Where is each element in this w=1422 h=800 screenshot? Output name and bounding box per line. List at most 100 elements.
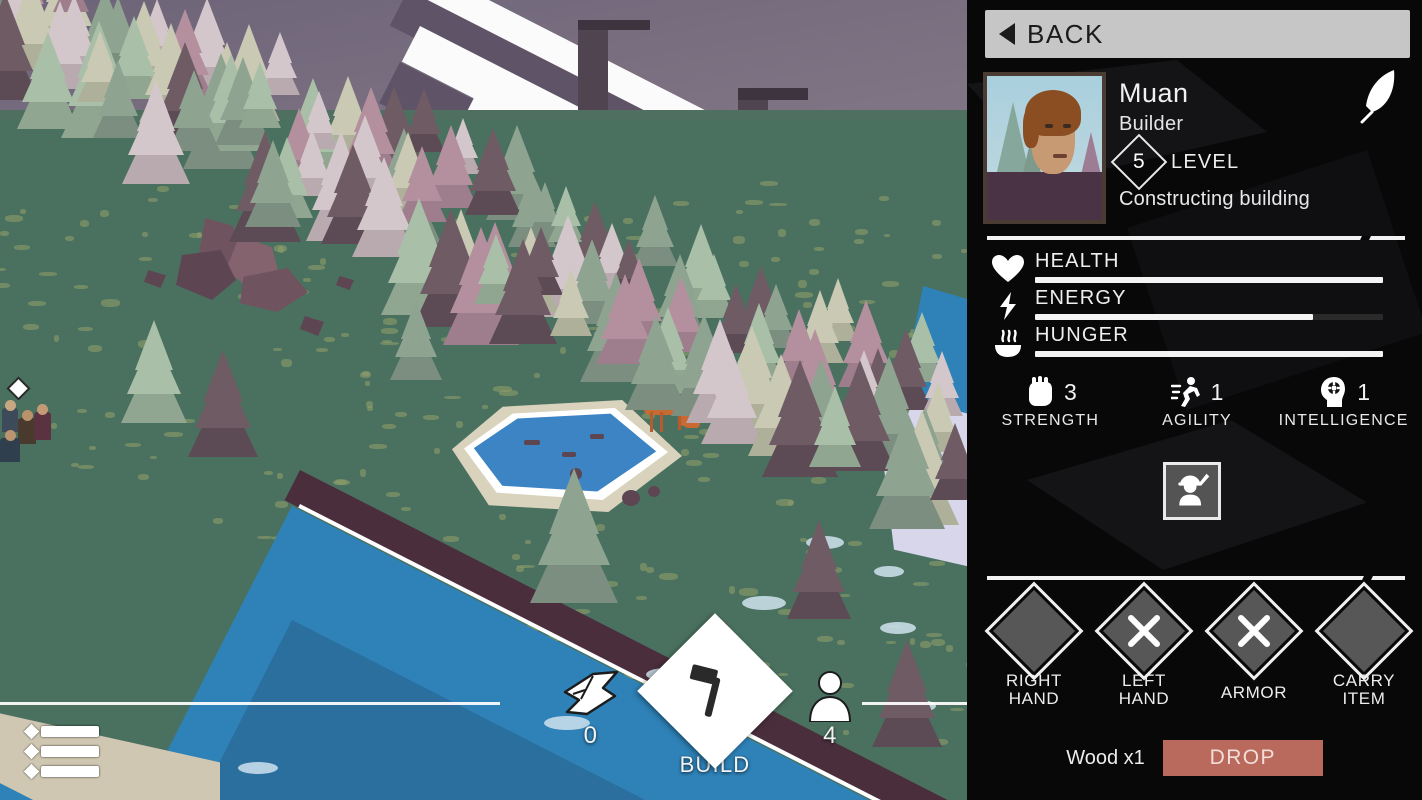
grass-speck <box>809 219 820 226</box>
tree <box>122 80 191 198</box>
grass-speck <box>264 471 273 475</box>
portrait-eye <box>1045 124 1053 128</box>
equipment-slot-armor[interactable]: ARMOR <box>1199 581 1309 708</box>
equipment-slots: RIGHT HAND LEFT HAND ARMOR CARRY ITEM <box>979 581 1419 708</box>
attribute-label: AGILITY <box>1162 412 1232 429</box>
grass-speck <box>28 301 46 306</box>
equipment-slot-right-hand[interactable]: RIGHT HAND <box>979 581 1089 708</box>
vital-label: HUNGER <box>1035 324 1129 346</box>
grass-speck <box>401 507 411 511</box>
equipment-slot-left-hand[interactable]: LEFT HAND <box>1089 581 1199 708</box>
tree-foliage <box>715 350 750 396</box>
grass-speck <box>273 348 282 351</box>
grass-speck <box>197 232 202 238</box>
hud-action-build[interactable]: BUILD <box>637 613 793 778</box>
grass-speck <box>681 449 689 456</box>
game-screen: 0 BUILD <box>0 0 1422 800</box>
attribute-value: 3 <box>1063 378 1077 405</box>
back-button-label: BACK <box>1027 18 1104 49</box>
grass-speck <box>698 477 710 482</box>
vital-hunger: HUNGER <box>991 324 1401 363</box>
grass-speck <box>499 514 506 520</box>
tree-foliage <box>885 412 930 469</box>
grass-speck <box>456 421 463 428</box>
grass-speck <box>303 278 311 282</box>
equipment-label-line1: ARMOR <box>1220 683 1288 702</box>
grass-speck <box>316 348 328 352</box>
grass-speck <box>324 337 335 342</box>
drop-button[interactable]: DROP <box>1162 740 1323 776</box>
back-button[interactable]: BACK <box>985 10 1410 58</box>
grass-speck <box>20 209 26 214</box>
tree <box>625 315 688 423</box>
equipment-label-line2: HAND <box>1008 688 1060 708</box>
character-activity: Constructing building <box>1119 188 1310 211</box>
grass-speck <box>14 245 30 250</box>
grass-speck <box>148 198 158 202</box>
rock-pillar-top <box>738 88 808 100</box>
grass-speck <box>929 561 945 566</box>
attribute-value-row: 1 <box>1270 376 1417 408</box>
tree-foliage <box>203 350 244 402</box>
grass-speck <box>769 203 787 206</box>
grass-speck <box>74 285 88 289</box>
grass-speck <box>640 563 647 571</box>
tree-foliage <box>800 520 837 569</box>
vital-track <box>1035 277 1383 283</box>
level-diamond: 5 <box>1110 133 1168 191</box>
builder-profession-icon[interactable] <box>1163 462 1221 520</box>
attribute-label: STRENGTH <box>1001 412 1100 429</box>
vital-fill <box>1035 277 1383 283</box>
vital-health: HEALTH <box>991 250 1401 289</box>
grass-speck <box>739 588 758 596</box>
runner-icon <box>1169 376 1201 408</box>
tree-foliage <box>401 300 431 339</box>
grass-speck <box>139 257 152 261</box>
build-diamond <box>637 613 793 769</box>
grass-speck <box>443 536 459 542</box>
x-mark-icon <box>1238 615 1270 647</box>
panel-divider-notch <box>1362 576 1373 580</box>
attributes-row: 3 STRENGTH 1 AGILITY 1 INTELLIGENCE <box>977 376 1417 430</box>
feather-quill-icon[interactable] <box>1360 68 1400 124</box>
hud-action-scroll[interactable]: 0 <box>538 666 643 750</box>
grass-speck <box>341 333 349 337</box>
grass-speck <box>308 265 325 270</box>
tree-foliage <box>849 300 882 343</box>
grass-speck <box>444 396 461 399</box>
hud-population-count: 4 <box>823 722 837 749</box>
grass-speck <box>0 231 9 236</box>
rock-pillar-top <box>578 20 650 30</box>
grass-speck <box>39 272 57 276</box>
attribute-value-row: 3 <box>977 376 1124 408</box>
game-world-viewport[interactable]: 0 BUILD <box>0 0 967 800</box>
equipment-slot-carry-item[interactable]: CARRY ITEM <box>1309 581 1419 708</box>
grass-speck <box>213 518 223 524</box>
equip-slot-icon <box>984 581 1084 681</box>
equip-slot-outline <box>984 581 1084 681</box>
heart-icon <box>991 254 1025 284</box>
grass-speck <box>814 247 824 251</box>
back-arrow-icon <box>999 23 1015 45</box>
tree-foliage <box>638 315 675 362</box>
grass-speck <box>760 181 778 186</box>
tree <box>188 350 259 471</box>
hud-action-population[interactable]: 4 <box>782 670 878 750</box>
portrait-clothing <box>987 172 1102 220</box>
vital-fill <box>1035 351 1383 357</box>
equip-slot-icon <box>1314 581 1414 681</box>
grass-speck <box>89 446 96 450</box>
vital-label: HEALTH <box>1035 250 1120 272</box>
grass-speck <box>659 573 678 580</box>
character-portrait[interactable] <box>983 72 1106 224</box>
tree <box>120 320 188 436</box>
grass-speck <box>80 220 89 227</box>
grass-speck <box>512 554 520 560</box>
grass-speck <box>776 499 794 506</box>
portrait-hair-side <box>1023 108 1039 148</box>
vital-label: ENERGY <box>1035 287 1127 309</box>
portrait-eye <box>1063 124 1071 128</box>
grass-speck <box>771 257 780 262</box>
grass-speck <box>5 215 23 222</box>
fist-icon <box>1024 376 1054 408</box>
